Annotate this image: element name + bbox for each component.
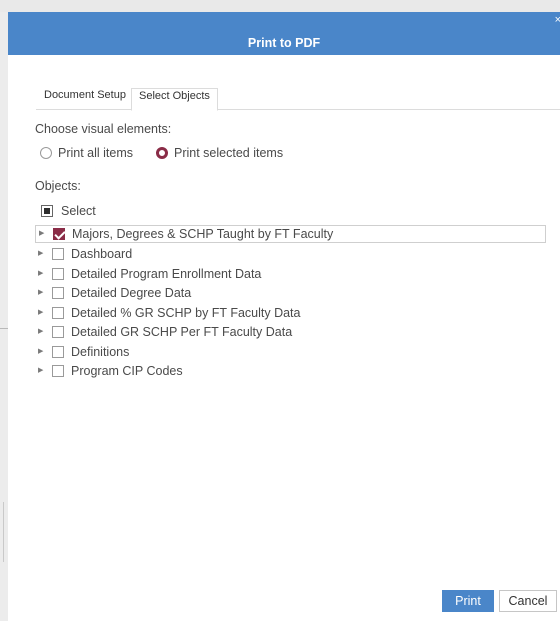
expand-arrow-icon[interactable]: ▶: [39, 230, 47, 238]
item-checkbox[interactable]: [52, 306, 64, 319]
radio-unselected-icon[interactable]: [40, 147, 52, 159]
list-item[interactable]: ▶ Program CIP Codes: [35, 362, 546, 382]
list-item[interactable]: ▶ Detailed Program Enrollment Data: [35, 264, 546, 284]
list-item[interactable]: ▶ Dashboard: [35, 245, 546, 265]
item-checkbox[interactable]: [52, 365, 64, 378]
tab-select-objects[interactable]: Select Objects: [131, 88, 218, 111]
list-item[interactable]: ▶ Detailed Degree Data: [35, 284, 546, 304]
objects-label: Objects:: [35, 179, 81, 193]
item-checkbox[interactable]: [53, 228, 65, 240]
objects-list: ▶ Majors, Degrees & SCHP Taught by FT Fa…: [35, 225, 546, 381]
background-window-left: [0, 12, 8, 621]
list-item[interactable]: ▶ Definitions: [35, 342, 546, 362]
item-label: Program CIP Codes: [71, 364, 183, 379]
radio-label: Print all items: [58, 146, 134, 160]
select-all-label: Select: [61, 204, 96, 218]
item-label: Detailed Program Enrollment Data: [71, 266, 262, 281]
radio-selected-icon[interactable]: [156, 147, 168, 159]
background-window-top: [0, 0, 560, 12]
item-checkbox[interactable]: [52, 345, 64, 358]
select-all-row[interactable]: Select: [41, 204, 96, 218]
item-checkbox[interactable]: [52, 248, 64, 261]
cancel-button[interactable]: Cancel: [499, 590, 557, 612]
item-label: Majors, Degrees & SCHP Taught by FT Facu…: [72, 227, 334, 241]
background-scroll-mark: [3, 502, 4, 562]
item-label: Dashboard: [71, 247, 133, 262]
dialog-title: Print to PDF: [247, 36, 321, 50]
close-icon[interactable]: ×: [555, 15, 560, 26]
list-item[interactable]: ▶ Majors, Degrees & SCHP Taught by FT Fa…: [35, 225, 546, 243]
choose-visual-elements-label: Choose visual elements:: [35, 122, 172, 136]
expand-arrow-icon[interactable]: ▶: [38, 270, 46, 278]
print-button[interactable]: Print: [442, 590, 494, 612]
dialog-header: Print to PDF ×: [8, 12, 560, 55]
expand-arrow-icon[interactable]: ▶: [38, 328, 46, 336]
radio-label: Print selected items: [174, 146, 284, 160]
background-divider: [0, 328, 8, 329]
expand-arrow-icon[interactable]: ▶: [38, 348, 46, 356]
list-item[interactable]: ▶ Detailed % GR SCHP by FT Faculty Data: [35, 303, 546, 323]
expand-arrow-icon[interactable]: ▶: [38, 367, 46, 375]
item-label: Detailed GR SCHP Per FT Faculty Data: [71, 325, 293, 340]
tab-document-setup[interactable]: Document Setup: [44, 88, 126, 110]
item-label: Definitions: [71, 344, 130, 359]
radio-print-all-items[interactable]: Print all items: [40, 146, 133, 160]
radio-print-selected-items[interactable]: Print selected items: [156, 146, 283, 160]
item-label: Detailed Degree Data: [71, 286, 192, 301]
expand-arrow-icon[interactable]: ▶: [38, 250, 46, 258]
expand-arrow-icon[interactable]: ▶: [38, 289, 46, 297]
select-all-checkbox[interactable]: [41, 205, 53, 217]
expand-arrow-icon[interactable]: ▶: [38, 309, 46, 317]
item-checkbox[interactable]: [52, 287, 64, 300]
item-label: Detailed % GR SCHP by FT Faculty Data: [71, 305, 301, 320]
item-checkbox[interactable]: [52, 326, 64, 339]
item-checkbox[interactable]: [52, 267, 64, 280]
list-item[interactable]: ▶ Detailed GR SCHP Per FT Faculty Data: [35, 323, 546, 343]
tab-bar: Document Setup Select Objects: [36, 88, 560, 111]
print-dialog: Print to PDF × Document Setup Select Obj…: [8, 12, 560, 621]
